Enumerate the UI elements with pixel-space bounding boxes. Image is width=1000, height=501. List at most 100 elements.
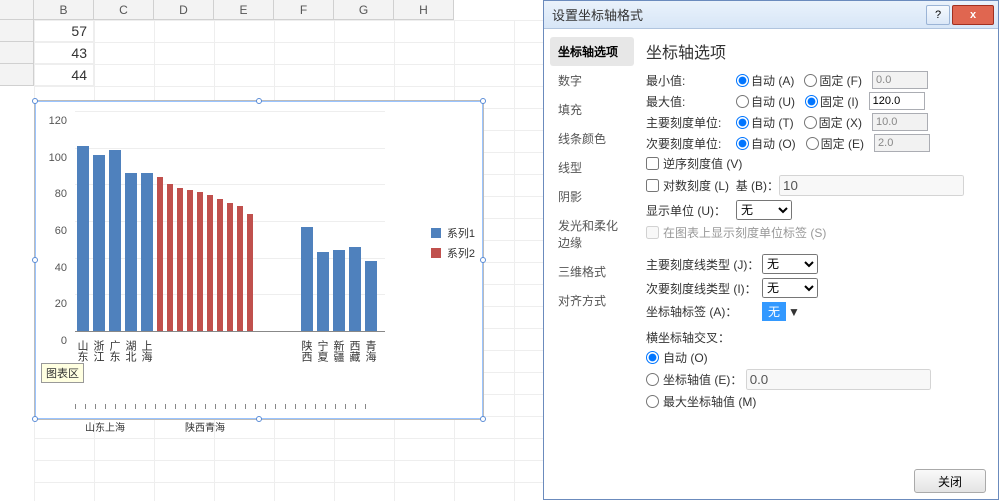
y-axis: 020406080100120: [35, 111, 71, 331]
dialog-titlebar[interactable]: 设置坐标轴格式 ? x: [544, 1, 998, 29]
auto-radio[interactable]: [736, 137, 749, 150]
y-tick: 60: [55, 225, 67, 237]
bar-series1[interactable]: [349, 247, 361, 331]
cross-max-radio[interactable]: [646, 395, 659, 408]
y-tick: 80: [55, 188, 67, 200]
x-tick-label: 西藏: [349, 333, 361, 369]
secondary-x-axis: [75, 389, 385, 409]
nav-item[interactable]: 阴影: [550, 182, 634, 211]
chart-area-tooltip: 图表区: [41, 363, 84, 383]
cross-auto-radio[interactable]: [646, 351, 659, 364]
spreadsheet[interactable]: BCDEFGH 574344 020406080100120 山东浙江广东湖北上…: [0, 0, 550, 501]
cell[interactable]: 44: [34, 64, 94, 86]
sheet-row[interactable]: 44: [0, 64, 94, 86]
bar-series2[interactable]: [227, 203, 233, 331]
x-tick-label: [157, 333, 169, 369]
close-button[interactable]: x: [952, 5, 994, 25]
embedded-chart[interactable]: 020406080100120 山东浙江广东湖北上海陕西宁夏新疆西藏青海 系列1…: [34, 100, 484, 420]
bar-series2[interactable]: [177, 188, 183, 331]
cross-value-radio[interactable]: [646, 373, 659, 386]
x-tick-label: [173, 333, 185, 369]
fixed-radio[interactable]: [806, 137, 819, 150]
column-header[interactable]: H: [394, 0, 454, 19]
x-tick-label: 浙江: [93, 333, 105, 369]
fixed-radio[interactable]: [804, 74, 817, 87]
auto-radio[interactable]: [736, 116, 749, 129]
sheet-row[interactable]: 43: [0, 42, 94, 64]
bar-series1[interactable]: [125, 173, 137, 331]
minor-tick-select[interactable]: 无: [762, 278, 818, 298]
axis-range-row: 最小值:自动 (A)固定 (F): [646, 71, 988, 89]
format-axis-dialog[interactable]: 设置坐标轴格式 ? x 坐标轴选项数字填充线条颜色线型阴影发光和柔化边缘三维格式…: [543, 0, 999, 500]
auto-radio[interactable]: [736, 74, 749, 87]
bar-series1[interactable]: [301, 227, 313, 332]
nav-item[interactable]: 数字: [550, 66, 634, 95]
x-tick-label: 陕西: [301, 333, 313, 369]
bar-series2[interactable]: [237, 206, 243, 331]
column-header[interactable]: F: [274, 0, 334, 19]
column-headers: BCDEFGH: [0, 0, 454, 20]
bar-series2[interactable]: [217, 199, 223, 331]
chart-legend: 系列1 系列2: [431, 221, 475, 265]
nav-item[interactable]: 对齐方式: [550, 286, 634, 315]
range-value-input: [874, 134, 930, 152]
display-units-select[interactable]: 无: [736, 200, 792, 220]
axis-range-row: 次要刻度单位:自动 (O)固定 (E): [646, 134, 988, 152]
legend-series2: 系列2: [447, 245, 475, 261]
y-tick: 120: [49, 115, 67, 127]
x-tick-label: 上海: [141, 333, 153, 369]
column-header[interactable]: G: [334, 0, 394, 19]
sheet-row[interactable]: 57: [0, 20, 94, 42]
dialog-nav[interactable]: 坐标轴选项数字填充线条颜色线型阴影发光和柔化边缘三维格式对齐方式: [544, 29, 640, 469]
bar-series2[interactable]: [187, 190, 193, 331]
fixed-radio[interactable]: [804, 116, 817, 129]
log-scale-label: 对数刻度 (L): [663, 177, 729, 194]
column-header[interactable]: C: [94, 0, 154, 19]
column-header[interactable]: B: [34, 0, 94, 19]
bar-series1[interactable]: [317, 252, 329, 331]
nav-item[interactable]: 线型: [550, 153, 634, 182]
fixed-radio[interactable]: [805, 95, 818, 108]
y-tick: 0: [61, 335, 67, 347]
reverse-values-label: 逆序刻度值 (V): [663, 155, 742, 172]
bar-series1[interactable]: [333, 250, 345, 331]
bar-series1[interactable]: [141, 173, 153, 331]
x-tick-label: [285, 333, 297, 369]
x-tick-label: [269, 333, 281, 369]
y-tick: 40: [55, 262, 67, 274]
bar-series1[interactable]: [77, 146, 89, 331]
nav-item[interactable]: 三维格式: [550, 257, 634, 286]
bar-series1[interactable]: [365, 261, 377, 331]
close-footer-button[interactable]: 关闭: [914, 469, 986, 493]
bar-series1[interactable]: [109, 150, 121, 332]
nav-item[interactable]: 填充: [550, 95, 634, 124]
bar-series2[interactable]: [167, 184, 173, 331]
nav-item[interactable]: 发光和柔化边缘: [550, 211, 634, 257]
axis-label-select[interactable]: 无: [762, 302, 786, 321]
column-header[interactable]: [0, 0, 34, 19]
bar-series2[interactable]: [157, 177, 163, 331]
bar-series1[interactable]: [93, 155, 105, 331]
cross-value-input: [746, 369, 931, 390]
range-value-input[interactable]: [869, 92, 925, 110]
auto-radio[interactable]: [736, 95, 749, 108]
axis-range-row: 最大值:自动 (U)固定 (I): [646, 92, 988, 110]
cell[interactable]: 43: [34, 42, 94, 64]
log-scale-checkbox[interactable]: [646, 179, 659, 192]
x-tick-label: [189, 333, 201, 369]
dialog-title: 设置坐标轴格式: [548, 5, 924, 24]
bar-series2[interactable]: [197, 192, 203, 331]
help-button[interactable]: ?: [926, 5, 950, 25]
bar-series2[interactable]: [207, 195, 213, 331]
bar-series2[interactable]: [247, 214, 253, 331]
plot-area: [75, 111, 385, 331]
cell[interactable]: 57: [34, 20, 94, 42]
show-unit-label-checkbox: [646, 226, 659, 239]
major-tick-select[interactable]: 无: [762, 254, 818, 274]
column-header[interactable]: E: [214, 0, 274, 19]
column-header[interactable]: D: [154, 0, 214, 19]
reverse-values-checkbox[interactable]: [646, 157, 659, 170]
y-tick: 100: [49, 152, 67, 164]
nav-item[interactable]: 坐标轴选项: [550, 37, 634, 66]
nav-item[interactable]: 线条颜色: [550, 124, 634, 153]
